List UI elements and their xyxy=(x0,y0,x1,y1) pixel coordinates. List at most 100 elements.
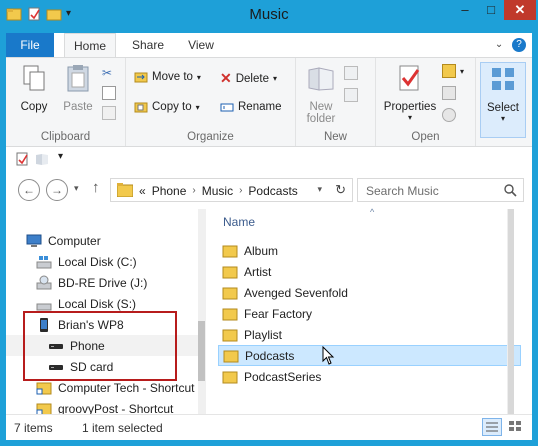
list-item-playlist[interactable]: Playlist xyxy=(218,324,521,345)
tab-file[interactable]: File xyxy=(6,33,54,57)
breadcrumb-podcasts[interactable]: Podcasts xyxy=(248,184,297,198)
navigation-scrollbar[interactable] xyxy=(198,209,205,414)
search-input[interactable]: Search Music xyxy=(366,184,439,198)
breadcrumb-separator[interactable]: › xyxy=(192,184,195,198)
list-item-fear-factory[interactable]: Fear Factory xyxy=(218,303,521,324)
chevron-down-icon[interactable]: ⌄ xyxy=(495,39,503,50)
help-icon[interactable]: ? xyxy=(512,38,526,52)
tree-item-local-disk-c[interactable]: Local Disk (C:) xyxy=(36,251,137,272)
easy-access-button[interactable] xyxy=(344,88,358,102)
up-button[interactable]: ↑ xyxy=(92,179,100,196)
list-item-album[interactable]: Album xyxy=(218,240,521,261)
tree-label: Local Disk (C:) xyxy=(58,254,137,269)
minimize-button[interactable]: – xyxy=(452,0,478,20)
list-item-podcasts[interactable]: Podcasts xyxy=(218,345,521,366)
tab-view[interactable]: View xyxy=(180,33,222,57)
tree-label: Computer xyxy=(48,233,101,248)
breadcrumb-separator[interactable]: › xyxy=(239,184,242,198)
properties-icon xyxy=(399,65,420,91)
file-name: Artist xyxy=(244,264,272,279)
status-bar: 7 items 1 item selected xyxy=(6,414,532,440)
clipboard-label: Clipboard xyxy=(40,131,91,143)
new-folder-label-line2: folder xyxy=(306,113,336,125)
ribbon-collapse-icon[interactable]: ⌄ ? xyxy=(495,33,526,57)
folder-icon xyxy=(222,266,238,278)
breadcrumb-music[interactable]: Music xyxy=(202,184,233,198)
new-item-button[interactable] xyxy=(344,66,358,80)
chevron-down-icon: ▾ xyxy=(500,114,505,123)
select-button[interactable]: Select ▾ xyxy=(480,62,526,138)
list-item-avenged-sevenfold[interactable]: Avenged Sevenfold xyxy=(218,282,521,303)
open-icon xyxy=(442,64,456,78)
organize-group: Move to ▾ Copy to ▾ ✕ Delete ▾ Rename Organ… xyxy=(126,58,296,146)
cut-button[interactable]: ✂ xyxy=(102,66,112,80)
file-list-scrollbar[interactable] xyxy=(507,209,514,414)
sort-ascending-icon: ^ xyxy=(370,207,375,217)
copy-button[interactable]: Copy xyxy=(14,62,54,113)
recent-locations-button[interactable]: ▾ xyxy=(74,183,79,194)
file-name: Podcasts xyxy=(245,348,295,363)
copy-to-icon xyxy=(134,102,148,113)
folder-icon xyxy=(222,308,238,320)
breadcrumb-phone[interactable]: Phone xyxy=(152,184,187,198)
properties-button[interactable]: Properties ▾ xyxy=(380,62,440,122)
rename-button[interactable]: Rename xyxy=(220,100,281,114)
rename-label: Rename xyxy=(238,101,282,113)
maximize-button[interactable]: □ xyxy=(478,0,504,20)
arrow-up-icon: ↑ xyxy=(92,179,100,196)
refresh-icon[interactable]: ↻ xyxy=(335,182,346,198)
new-folder-icon[interactable] xyxy=(34,151,50,170)
open-label: Open xyxy=(411,131,440,143)
large-icons-view-button[interactable] xyxy=(506,418,526,436)
back-button[interactable]: ← xyxy=(18,179,40,201)
shortcut-folder-icon xyxy=(36,382,52,394)
folder-icon xyxy=(117,183,133,197)
folder-icon xyxy=(222,329,238,341)
copy-path-button[interactable] xyxy=(102,86,116,100)
new-folder-button[interactable]: New folder xyxy=(302,62,340,125)
tree-item-bd-re-drive[interactable]: BD-RE Drive (J:) xyxy=(36,272,147,293)
address-dropdown-icon[interactable]: ▾ xyxy=(317,184,322,195)
search-icon[interactable] xyxy=(503,183,517,197)
breadcrumb: « Phone › Music › Podcasts xyxy=(139,184,298,198)
forward-button[interactable]: → xyxy=(46,179,68,201)
search-box[interactable]: Search Music xyxy=(357,178,524,202)
navigation-row: ← → ▾ ↑ « Phone › Music › Podcasts ▾ ↻ S… xyxy=(6,171,532,209)
mouse-cursor-icon xyxy=(322,346,335,365)
tree-item-groovypost-shortcut[interactable]: groovyPost - Shortcut xyxy=(36,398,173,414)
arrow-right-icon: → xyxy=(51,183,63,197)
chevron-down-icon: ▾ xyxy=(272,74,277,83)
history-button[interactable] xyxy=(442,108,456,122)
tab-share[interactable]: Share xyxy=(124,33,172,57)
open-button[interactable]: ▾ xyxy=(442,64,464,78)
list-item-podcastseries[interactable]: PodcastSeries xyxy=(218,366,521,387)
tree-item-computer[interactable]: Computer xyxy=(26,230,101,251)
select-group: Select ▾ xyxy=(476,58,532,146)
column-header-label: Name xyxy=(223,215,256,229)
properties-icon[interactable] xyxy=(14,151,30,170)
paste-button[interactable]: Paste xyxy=(58,62,98,113)
new-label: New xyxy=(323,131,347,143)
scrollbar-thumb[interactable] xyxy=(508,209,514,414)
close-button[interactable]: ✕ xyxy=(504,0,536,20)
details-view-button[interactable] xyxy=(482,418,502,436)
edit-button[interactable] xyxy=(442,86,456,100)
qat-dropdown-icon[interactable]: ▾ xyxy=(58,151,63,162)
file-name: Album xyxy=(244,243,279,258)
organize-label: Organize xyxy=(187,131,234,143)
window-frame: ▾ Music – □ ✕ File Home Share View ⌄ ? C… xyxy=(0,0,538,446)
address-bar[interactable]: « Phone › Music › Podcasts ▾ ↻ xyxy=(110,178,353,202)
move-to-button[interactable]: Move to ▾ xyxy=(134,70,201,84)
optical-drive-icon xyxy=(36,275,52,289)
navigation-pane: Computer Local Disk (C:) BD-RE Drive (J:… xyxy=(6,209,205,414)
paste-shortcut-button[interactable] xyxy=(102,106,116,120)
tab-home[interactable]: Home xyxy=(64,33,116,57)
column-header-name[interactable]: Name xyxy=(223,215,255,229)
delete-button[interactable]: ✕ Delete ▾ xyxy=(220,70,277,87)
copy-to-button[interactable]: Copy to ▾ xyxy=(134,100,200,114)
breadcrumb-overflow[interactable]: « xyxy=(139,184,146,198)
arrow-left-icon: ← xyxy=(23,183,35,197)
list-item-artist[interactable]: Artist xyxy=(218,261,521,282)
scrollbar-thumb[interactable] xyxy=(198,321,205,381)
item-count: 7 items xyxy=(14,421,53,435)
